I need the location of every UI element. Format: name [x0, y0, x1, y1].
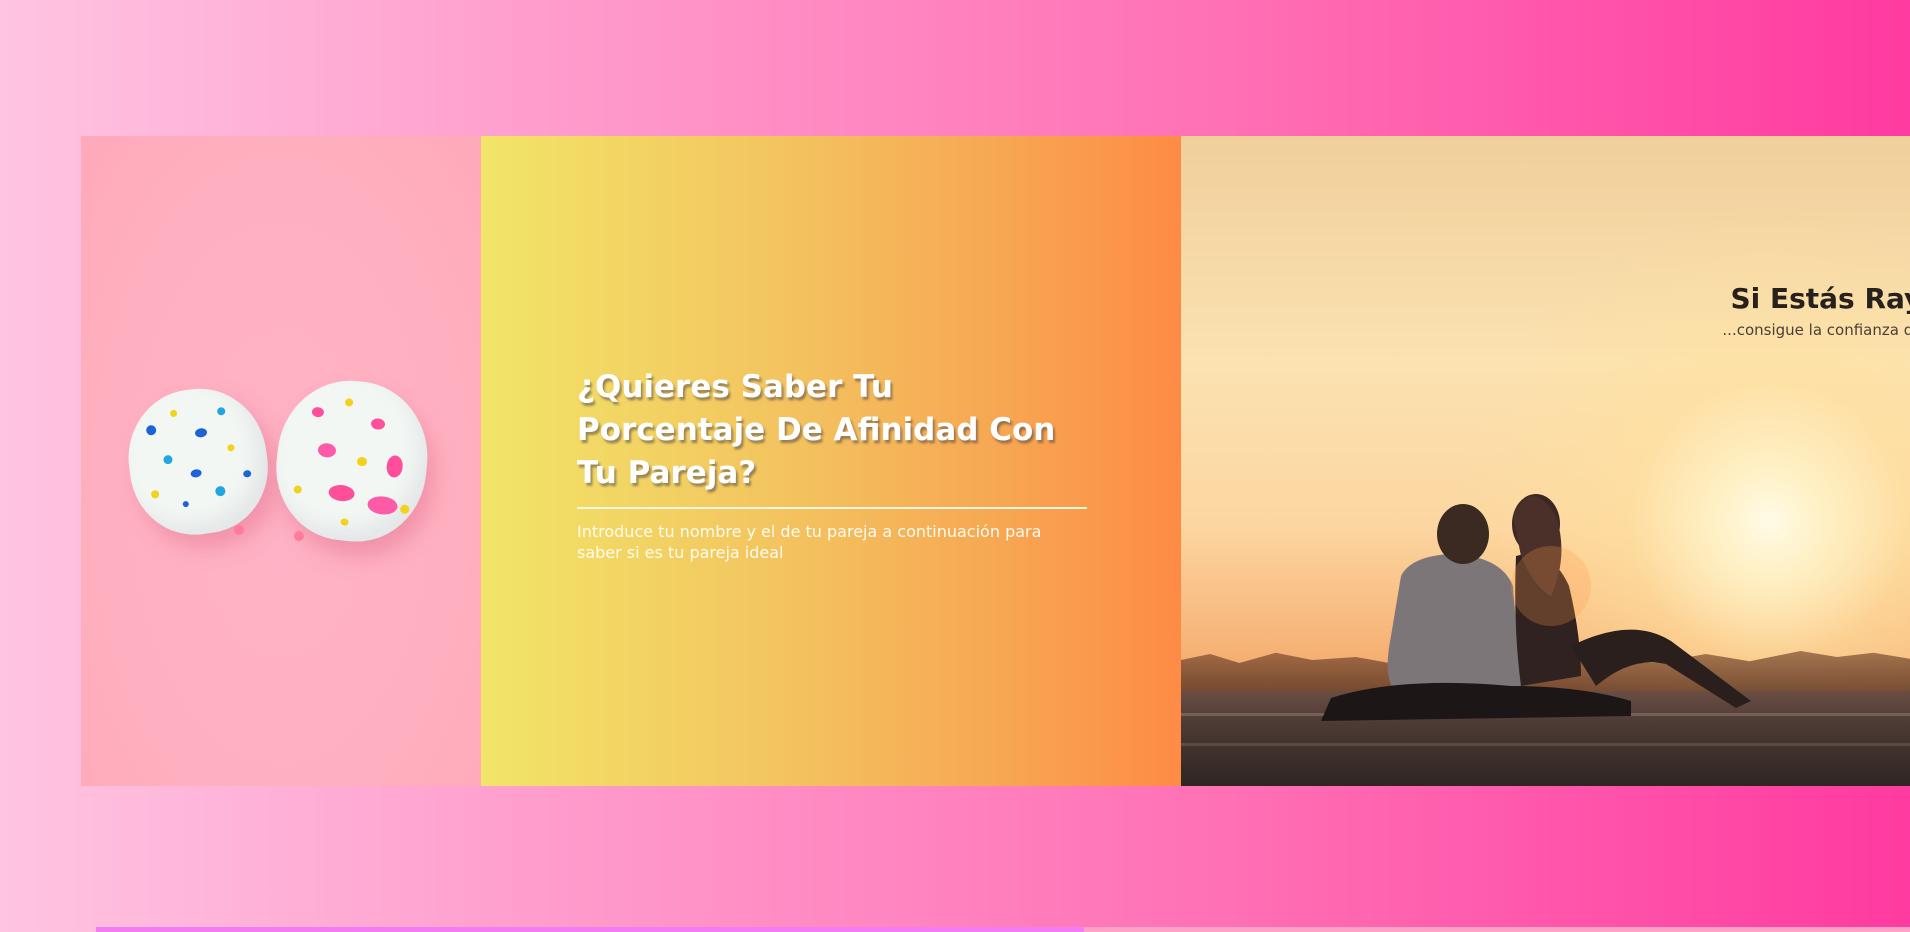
sunset-caption: Si Estás Rayado Po ...consigue la confia… — [1722, 282, 1910, 339]
sunset-heading: Si Estás Rayado Po — [1730, 282, 1910, 315]
hero-subtitle: Introduce tu nombre y el de tu pareja a … — [577, 522, 1042, 562]
hero-heading: ¿Quieres Saber Tu Porcentaje De Afinidad… — [577, 369, 1056, 491]
heart-balloons-image — [81, 136, 481, 786]
hero-slider: ¿Quieres Saber Tu Porcentaje De Afinidad… — [81, 136, 1910, 786]
balloon-right — [269, 373, 435, 549]
balloon-left — [119, 380, 277, 543]
title-block: ¿Quieres Saber Tu Porcentaje De Afinidad… — [577, 366, 1087, 563]
sunset-subheading: ...consigue la confianza que necesitas c… — [1722, 321, 1910, 339]
balloon-knot-left — [234, 525, 244, 535]
title-panel: ¿Quieres Saber Tu Porcentaje De Afinidad… — [481, 136, 1181, 786]
bottom-strip-left — [96, 927, 1084, 932]
bottom-section-edge — [96, 927, 1910, 932]
balloon-knot-right — [294, 531, 304, 541]
heading-divider — [577, 507, 1087, 509]
couple-silhouette — [1321, 494, 1751, 721]
bottom-strip-right — [1084, 927, 1910, 932]
couple-sunset-image: Si Estás Rayado Po ...consigue la confia… — [1181, 136, 1910, 786]
